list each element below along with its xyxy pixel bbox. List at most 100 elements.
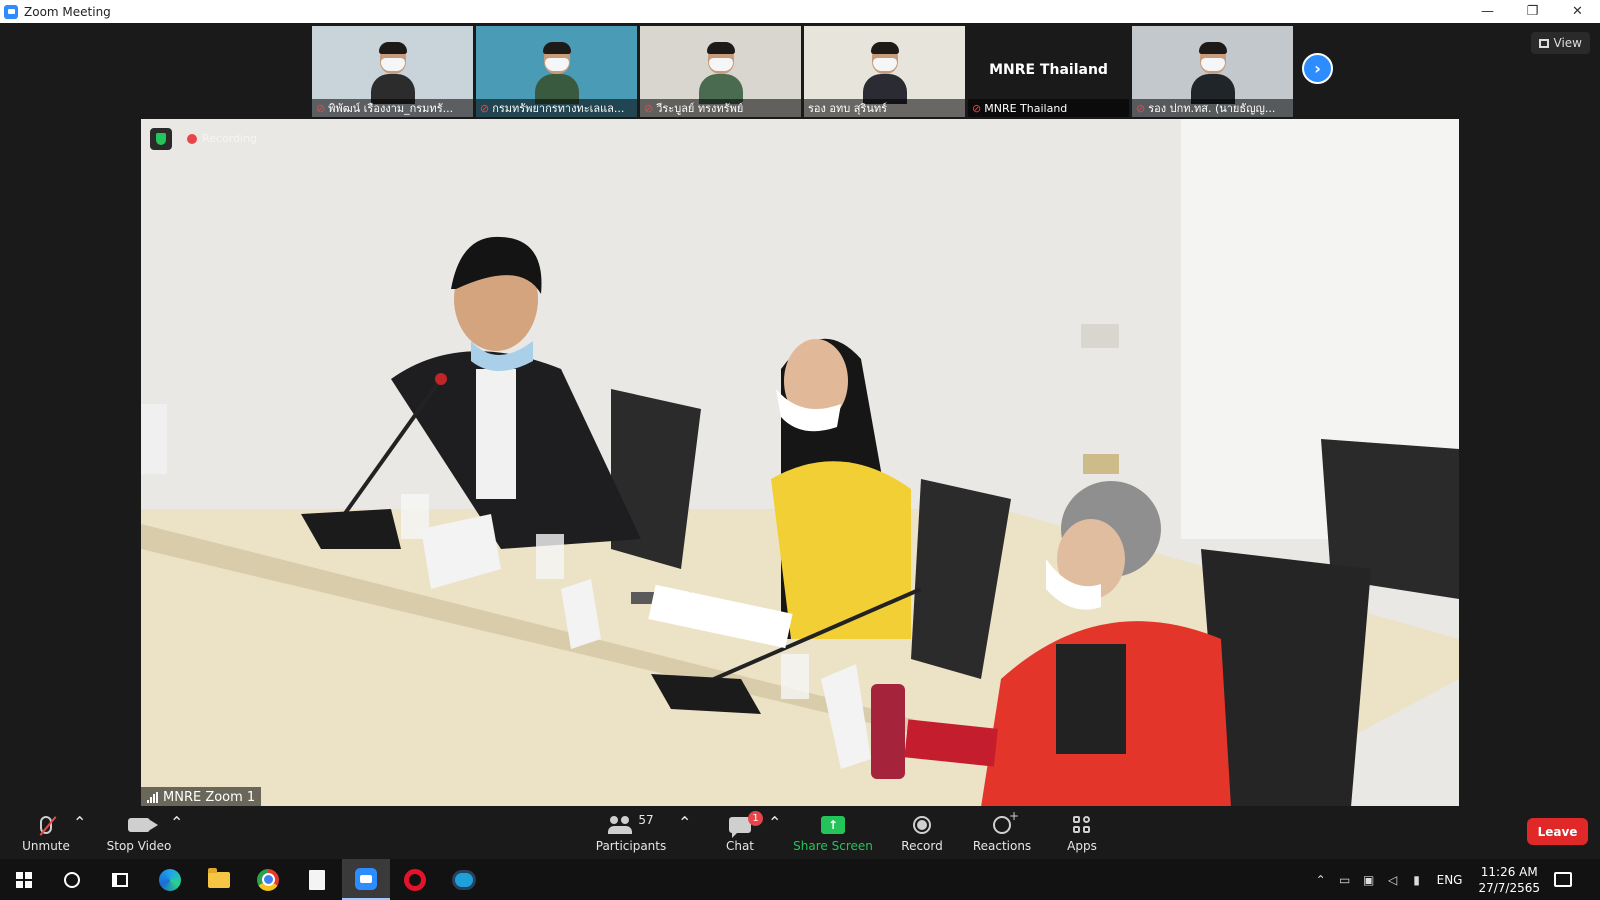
- thumbnail-label: ⊘ พิพัฒน์ เรืองงาม_กรมทรั...: [312, 99, 473, 117]
- share-screen-button[interactable]: ↑ Share Screen: [793, 806, 873, 859]
- windows-taskbar: ⌃ ▭ ▣ ◁ ▮ ENG 11:26 AM 27/7/2565: [0, 859, 1600, 900]
- thumbnail-label: รอง อทบ สุรินทร์: [804, 99, 965, 117]
- task-view-icon: [112, 872, 128, 887]
- recording-dot-icon: [187, 133, 197, 144]
- meet-now-icon[interactable]: ▭: [1333, 873, 1357, 887]
- zoom-icon: [355, 867, 377, 890]
- thumbnail-name: รอง ปกท.ทส. (นายธัญญ...: [1148, 102, 1276, 115]
- show-hidden-icons-icon[interactable]: ⌃: [1309, 873, 1333, 887]
- audio-options-caret[interactable]: ⌃: [73, 806, 86, 832]
- chat-button[interactable]: 1 Chat: [718, 806, 763, 859]
- apps-icon: [1073, 816, 1091, 834]
- participant-thumbnail[interactable]: MNRE Thailand ⊘ MNRE Thailand: [968, 26, 1129, 117]
- participants-button[interactable]: 57 Participants: [595, 806, 667, 859]
- edge-icon: [159, 868, 181, 891]
- camera-icon: [128, 818, 158, 832]
- document-icon: [309, 869, 325, 890]
- participant-name: MNRE Zoom 1: [163, 789, 256, 805]
- minimize-button[interactable]: —: [1465, 0, 1510, 23]
- thumbnail-name: วีระบูลย์ ทรงทรัพย์: [656, 102, 744, 115]
- leave-button[interactable]: Leave: [1527, 818, 1588, 845]
- taskbar-opera[interactable]: [391, 859, 439, 900]
- cortana-button[interactable]: [48, 859, 96, 900]
- network-icon[interactable]: ▣: [1357, 873, 1381, 887]
- chat-label: Chat: [725, 839, 755, 853]
- participant-thumbnail[interactable]: ⊘ รอง ปกท.ทส. (นายธัญญ...: [1132, 26, 1293, 117]
- start-button[interactable]: [0, 859, 48, 900]
- meeting-area: ⊘ พิพัฒน์ เรืองงาม_กรมทรั... ⊘ กรมทรัพยากรท…: [0, 23, 1600, 807]
- next-page-button[interactable]: ›: [1302, 53, 1333, 84]
- thumbnail-name: รอง อทบ สุรินทร์: [808, 102, 888, 115]
- language-indicator[interactable]: ENG: [1437, 873, 1463, 887]
- thumbnail-name: MNRE Thailand: [984, 101, 1068, 115]
- clock-time: 11:26 AM: [1480, 864, 1538, 879]
- thumbnail-person: [1190, 42, 1235, 104]
- chat-options-caret[interactable]: ⌃: [768, 806, 781, 832]
- taskbar-webex[interactable]: [440, 859, 488, 900]
- window-controls: — ❐ ✕: [1465, 0, 1600, 23]
- thumbnail-person: [370, 42, 415, 104]
- muted-mic-icon: [40, 816, 52, 834]
- participant-thumbnail[interactable]: ⊘ กรมทรัพยากรทางทะเลแล...: [476, 26, 637, 117]
- clock-date: 27/7/2565: [1478, 880, 1540, 895]
- microphone-icon[interactable]: ▮: [1405, 873, 1429, 887]
- reactions-label: Reactions: [972, 839, 1032, 853]
- view-label: View: [1553, 36, 1582, 50]
- thumbnail-name: กรมทรัพยากรทางทะเลแล...: [492, 102, 625, 115]
- main-video[interactable]: Recording MNRE Zoom 1: [141, 119, 1459, 807]
- meeting-controls: Unmute ⌃ Stop Video ⌃ 57 Participants ⌃ …: [0, 806, 1600, 859]
- woman-blouse: [771, 461, 911, 639]
- thumbnail-label: ⊘ MNRE Thailand: [968, 99, 1129, 117]
- video-scene: [141, 119, 1459, 807]
- black-top: [1056, 644, 1126, 754]
- taskbar-edge[interactable]: [146, 859, 194, 900]
- task-view-button[interactable]: [96, 859, 144, 900]
- recording-label: Recording: [202, 132, 258, 145]
- video-options-caret[interactable]: ⌃: [170, 806, 183, 832]
- recording-indicator: Recording: [187, 132, 257, 145]
- record-label: Record: [901, 839, 943, 853]
- participants-label: Participants: [595, 839, 667, 853]
- taskbar-notepad[interactable]: [293, 859, 341, 900]
- notifications-icon[interactable]: [1554, 872, 1572, 887]
- zoom-logo-icon: [4, 4, 18, 19]
- view-button[interactable]: View: [1530, 32, 1590, 54]
- folder-icon: [208, 867, 230, 888]
- thumbnail-label: ⊘ วีระบูลย์ ทรงทรัพย์: [640, 99, 801, 117]
- restore-button[interactable]: ❐: [1510, 0, 1555, 23]
- taskbar-file-explorer[interactable]: [195, 859, 243, 900]
- thumbnail-person: [534, 42, 579, 104]
- participant-thumbnail[interactable]: ⊘ พิพัฒน์ เรืองงาม_กรมทรั...: [312, 26, 473, 117]
- encryption-shield-icon[interactable]: [150, 128, 172, 150]
- title-bar: Zoom Meeting — ❐ ✕: [0, 0, 1600, 23]
- share-screen-icon: ↑: [821, 816, 845, 834]
- taskbar-chrome[interactable]: [244, 859, 292, 900]
- record-button[interactable]: Record: [900, 806, 944, 859]
- signal-bars-icon: [147, 791, 158, 803]
- grid-icon: [1538, 38, 1549, 48]
- unmute-button[interactable]: Unmute: [20, 806, 72, 859]
- wall-socket: [1081, 324, 1119, 348]
- chat-badge: 1: [748, 811, 763, 826]
- mic-light-left: [435, 373, 447, 385]
- windows-logo-icon: [16, 871, 32, 888]
- clock[interactable]: 11:26 AM 27/7/2565: [1478, 864, 1540, 896]
- share-screen-label: Share Screen: [793, 839, 873, 853]
- reactions-button[interactable]: Reactions: [972, 806, 1032, 859]
- reactions-icon: [993, 809, 1019, 834]
- participant-count: 57: [638, 813, 654, 827]
- close-button[interactable]: ✕: [1555, 0, 1600, 23]
- apps-button[interactable]: Apps: [1064, 806, 1100, 859]
- volume-icon[interactable]: ◁: [1381, 873, 1405, 887]
- taskbar-zoom[interactable]: [342, 859, 390, 900]
- participants-icon: [608, 816, 634, 834]
- video-name-label: MNRE Zoom 1: [141, 787, 262, 807]
- muted-mic-icon: ⊘: [972, 101, 982, 115]
- muted-mic-icon: ⊘: [480, 101, 490, 115]
- participants-options-caret[interactable]: ⌃: [678, 806, 691, 832]
- stop-video-button[interactable]: Stop Video: [106, 806, 172, 859]
- participant-thumbnail[interactable]: ⊘ วีระบูลย์ ทรงทรัพย์: [640, 26, 801, 117]
- chat-icon: 1: [729, 811, 763, 838]
- red-tumbler: [871, 684, 905, 779]
- participant-thumbnail[interactable]: รอง อทบ สุรินทร์: [804, 26, 965, 117]
